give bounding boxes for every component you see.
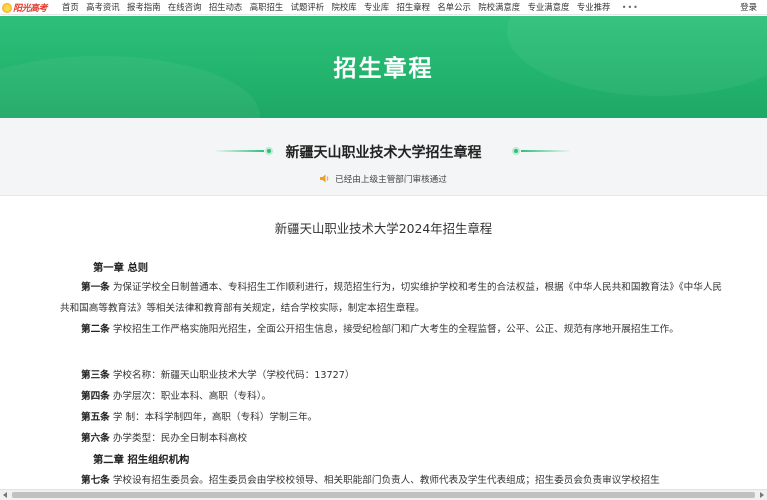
- nav-item-schools[interactable]: 院校库: [331, 0, 356, 15]
- nav-item-vocational[interactable]: 高职招生: [250, 0, 284, 15]
- article-3: 第三条 学校名称：新疆天山职业技术大学（学校代码：13727）: [81, 367, 354, 381]
- login-link[interactable]: 登录: [740, 0, 757, 15]
- article-5: 第五条 学 制：本科学制四年，高职（专科）学制三年。: [81, 409, 317, 423]
- site-logo[interactable]: 阳光高考: [2, 0, 48, 15]
- article-text: 办学层次：职业本科、高职（专科）。: [109, 391, 272, 402]
- article-label: 第二条: [81, 324, 110, 335]
- nav-item-news[interactable]: 高考资讯: [86, 0, 120, 15]
- nav-item-major-recommend[interactable]: 专业推荐: [577, 0, 611, 15]
- article-label: 第一条: [81, 282, 110, 293]
- page-banner: 招生章程: [0, 16, 767, 118]
- article-text: 学校名称：新疆天山职业技术大学（学校代码：13727）: [109, 370, 355, 381]
- more-icon[interactable]: •••: [622, 3, 639, 12]
- school-charter-title: 新疆天山职业技术大学招生章程: [285, 145, 482, 161]
- article-7: 第七条 学校设有招生委员会。招生委员会由学校校领导、相关职能部门负责人、教师代表…: [81, 472, 660, 486]
- article-6: 第六条 办学类型：民办全日制本科高校: [81, 430, 247, 444]
- article-label: 第六条: [81, 433, 110, 444]
- article-label: 第五条: [81, 412, 110, 423]
- title-dot-right: [512, 147, 520, 155]
- nav-item-school-satisfaction[interactable]: 院校满意度: [478, 0, 520, 15]
- review-notice: 已经由上级主管部门审核通过: [0, 173, 767, 185]
- nav-item-exam-analysis[interactable]: 试题评析: [291, 0, 325, 15]
- scroll-left-icon[interactable]: [3, 492, 7, 498]
- charter-content: 新疆天山职业技术大学2024年招生章程 第一章 总则 第一条 为保证学校全日制普…: [0, 197, 767, 487]
- nav-item-publicity[interactable]: 名单公示: [437, 0, 471, 15]
- sun-logo-icon: [2, 2, 12, 13]
- nav-item-major-satisfaction[interactable]: 专业满意度: [528, 0, 570, 15]
- speaker-icon: [320, 174, 329, 183]
- nav-item-home[interactable]: 首页: [62, 0, 79, 15]
- logo-text: 阳光高考: [13, 4, 48, 14]
- nav-item-guide[interactable]: 报考指南: [127, 0, 161, 15]
- article-text: 办学类型：民办全日制本科高校: [109, 433, 248, 444]
- article-text: 学校设有招生委员会。招生委员会由学校校领导、相关职能部门负责人、教师代表及学生代…: [109, 475, 660, 486]
- article-label: 第三条: [81, 370, 110, 381]
- nav-item-majors[interactable]: 专业库: [364, 0, 389, 15]
- article-label: 第七条: [81, 475, 110, 486]
- article-text: 学校招生工作严格实施阳光招生，全面公开招生信息，接受纪检部门和广大考生的全程监督…: [109, 324, 679, 335]
- nav-item-charters[interactable]: 招生章程: [397, 0, 431, 15]
- nav-item-consult[interactable]: 在线咨询: [168, 0, 202, 15]
- nav-item-admission-news[interactable]: 招生动态: [209, 0, 243, 15]
- article-label: 第四条: [81, 391, 110, 402]
- school-header: 新疆天山职业技术大学招生章程 已经由上级主管部门审核通过: [0, 118, 767, 196]
- chapter-heading: 第一章 总则: [93, 262, 149, 274]
- article-text: 为保证学校全日制普通本、专科招生工作顺利进行，规范招生行为，切实维护学校和考生的…: [60, 282, 723, 314]
- article-text: 学 制：本科学制四年，高职（专科）学制三年。: [109, 412, 318, 423]
- article-2: 第二条 学校招生工作严格实施阳光招生，全面公开招生信息，接受纪检部门和广大考生的…: [60, 319, 730, 340]
- top-nav: 阳光高考 首页 高考资讯 报考指南 在线咨询 招生动态 高职招生 试题评析 院校…: [0, 0, 767, 15]
- scroll-right-icon[interactable]: [760, 492, 764, 498]
- review-notice-text: 已经由上级主管部门审核通过: [335, 175, 447, 185]
- page-title: 招生章程: [333, 56, 434, 82]
- nav-menu: 首页 高考资讯 报考指南 在线咨询 招生动态 高职招生 试题评析 院校库 专业库…: [62, 0, 639, 15]
- article-1: 第一条 为保证学校全日制普通本、专科招生工作顺利进行，规范招生行为，切实维护学校…: [60, 277, 730, 319]
- horizontal-scrollbar[interactable]: [0, 489, 767, 500]
- document-title: 新疆天山职业技术大学2024年招生章程: [274, 221, 493, 236]
- article-4: 第四条 办学层次：职业本科、高职（专科）。: [81, 388, 271, 402]
- scrollbar-thumb[interactable]: [12, 492, 755, 498]
- title-divider-right: [521, 150, 571, 152]
- chapter-heading: 第二章 招生组织机构: [93, 454, 190, 466]
